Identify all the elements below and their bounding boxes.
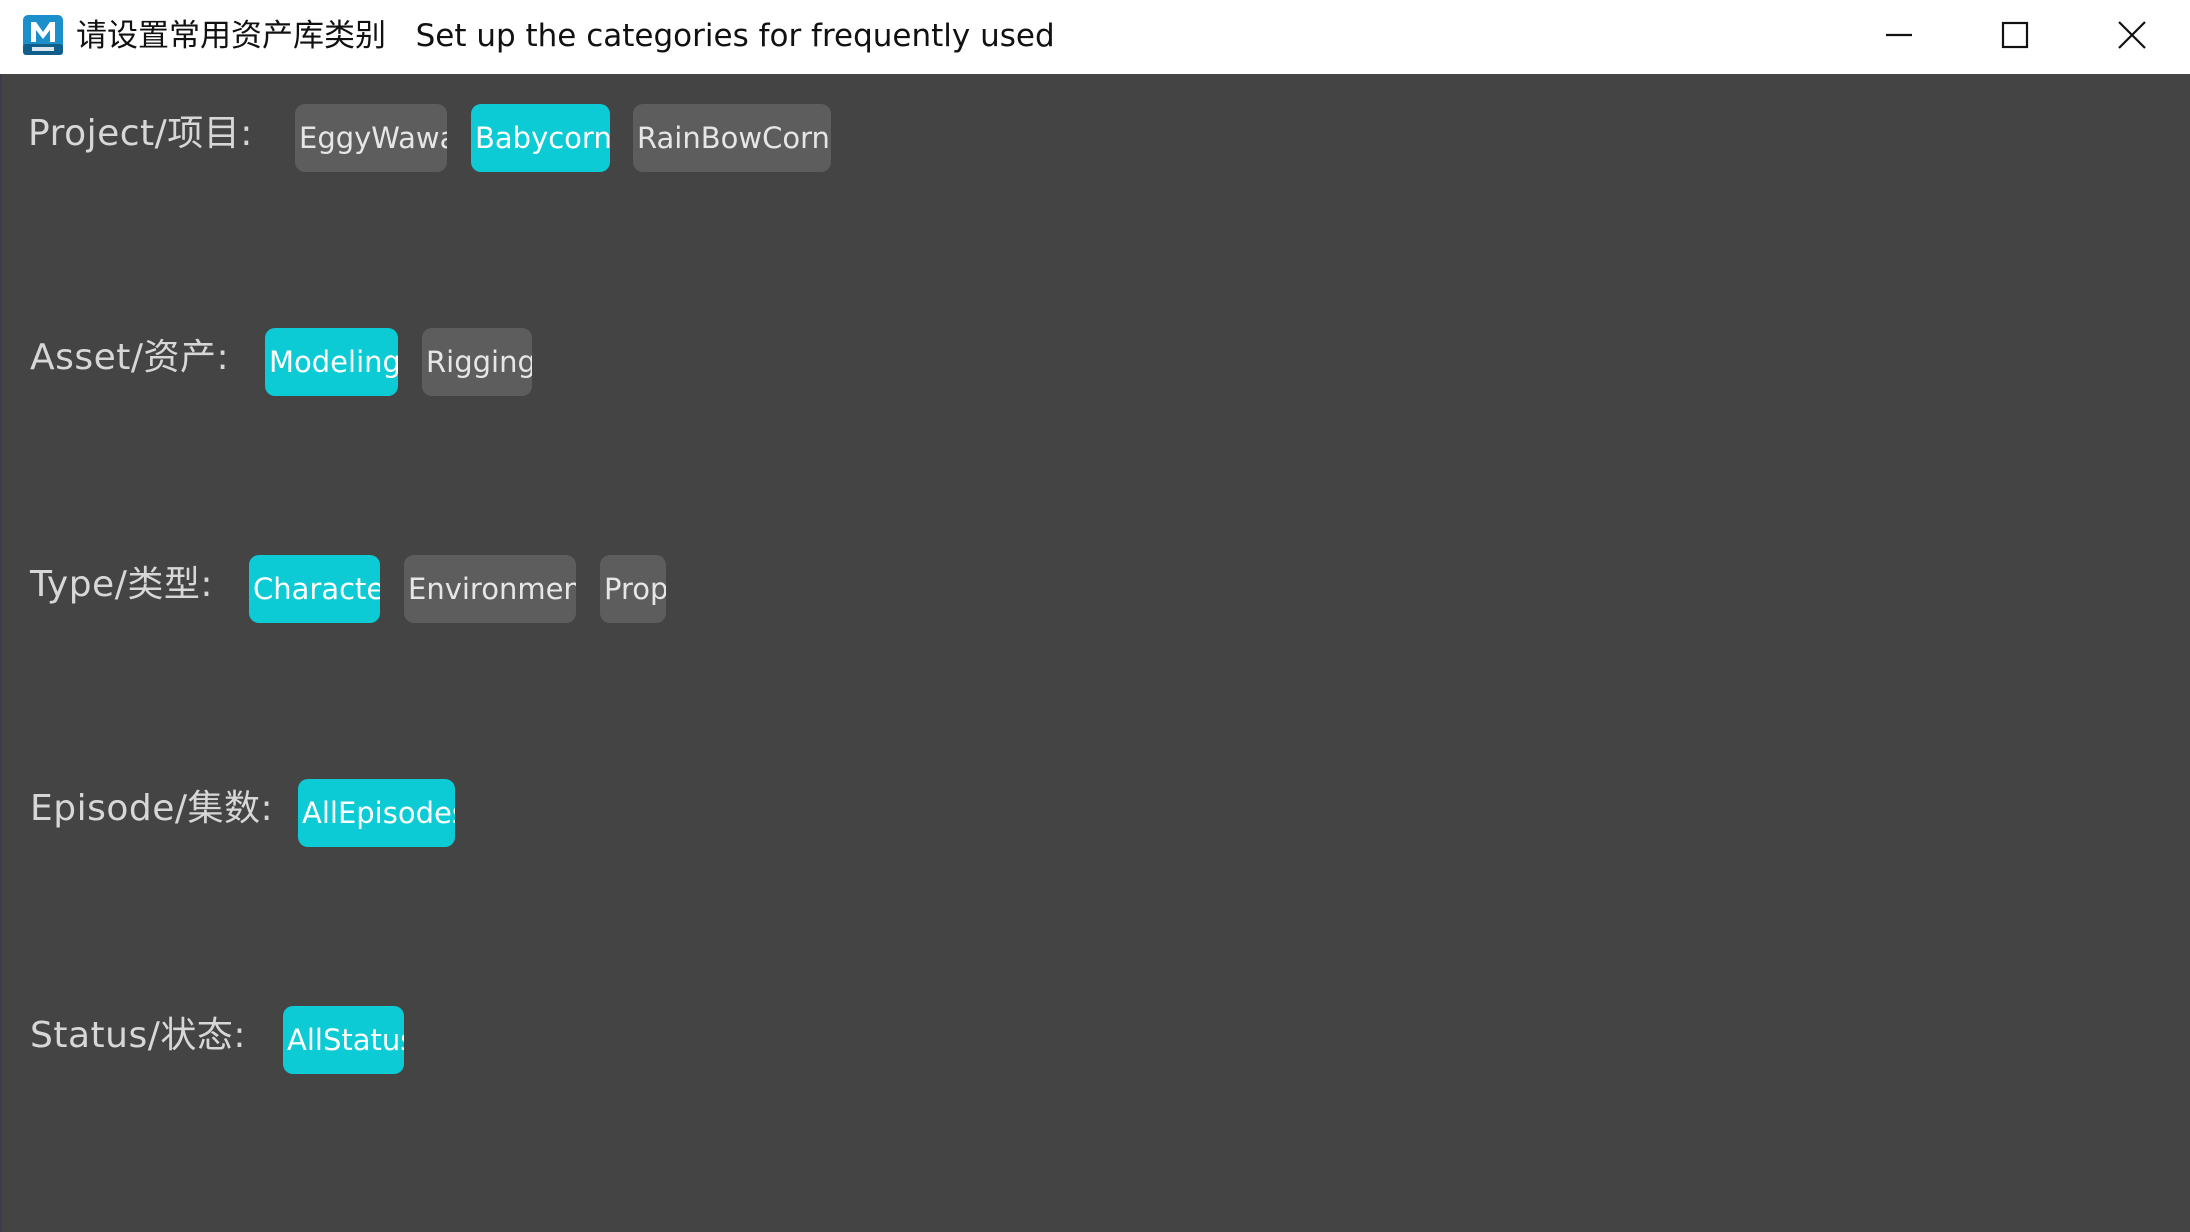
- project-option-eggywawa[interactable]: EggyWawa: [295, 104, 447, 172]
- minimize-icon: [1885, 21, 1913, 49]
- close-button[interactable]: [2074, 0, 2190, 70]
- project-label: Project/项目:: [28, 113, 253, 154]
- type-option-environment[interactable]: Environment: [404, 555, 576, 623]
- status-label: Status/状态:: [30, 1015, 246, 1056]
- close-icon: [2117, 20, 2147, 50]
- window-title: 请设置常用资产库类别 Set up the categories for fre…: [76, 0, 1055, 74]
- project-option-rainbowcorns[interactable]: RainBowCorns: [633, 104, 831, 172]
- asset-label: Asset/资产:: [30, 337, 230, 378]
- type-option-prop[interactable]: Prop: [600, 555, 666, 623]
- maya-app-icon: [22, 14, 64, 56]
- asset-option-rigging[interactable]: Rigging: [422, 328, 532, 396]
- maximize-icon: [2001, 21, 2029, 49]
- minimize-button[interactable]: [1841, 0, 1957, 70]
- type-option-character[interactable]: Character: [249, 555, 380, 623]
- title-bar: 请设置常用资产库类别 Set up the categories for fre…: [0, 0, 2190, 74]
- category-form: Project/项目: EggyWawa Babycorns RainBowCo…: [0, 74, 2190, 1232]
- window-title-en: Set up the categories for frequently use…: [415, 18, 1055, 54]
- window-title-cn: 请设置常用资产库类别: [76, 18, 386, 54]
- episode-option-allepisodes[interactable]: AllEpisodes: [298, 779, 455, 847]
- status-option-allstatus[interactable]: AllStatus: [283, 1006, 404, 1074]
- asset-option-modeling[interactable]: Modeling: [265, 328, 398, 396]
- type-label: Type/类型:: [30, 564, 213, 605]
- maximize-button[interactable]: [1957, 0, 2073, 70]
- episode-label: Episode/集数:: [30, 788, 274, 829]
- project-option-babycorns[interactable]: Babycorns: [471, 104, 610, 172]
